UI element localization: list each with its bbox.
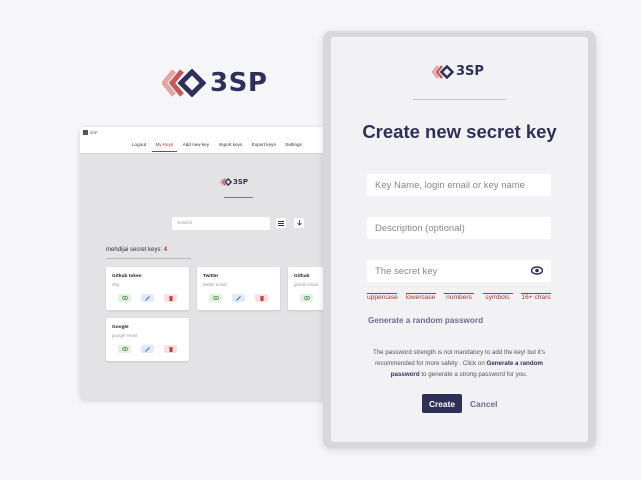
- password-strength-indicators: uppercase lowercase numbers symbols 16+ …: [367, 293, 551, 301]
- delete-key-button[interactable]: [164, 345, 177, 353]
- app-logo-chevrons-icon: [220, 178, 232, 186]
- eye-icon: [121, 296, 128, 300]
- nav-settings[interactable]: Settings: [285, 142, 302, 147]
- edit-key-button[interactable]: [232, 294, 245, 302]
- nav-import-keys[interactable]: Import keys: [219, 142, 243, 147]
- app-topbar: 3SP Logout My Keys Add new key Import ke…: [80, 127, 330, 154]
- app-logo-text: 3SP: [233, 178, 249, 186]
- keys-divider: [106, 258, 191, 259]
- trash-icon: [259, 295, 264, 301]
- key-card[interactable]: Twitter twitter email: [197, 267, 280, 310]
- secret-key-input[interactable]: The secret key: [367, 260, 551, 282]
- form-logo-divider: [413, 99, 506, 100]
- app-window: 3SP Logout My Keys Add new key Import ke…: [80, 127, 330, 400]
- arrow-down-icon: [296, 220, 302, 226]
- cancel-button[interactable]: Cancel: [470, 394, 497, 413]
- pencil-icon: [236, 295, 241, 301]
- edit-key-button[interactable]: [141, 345, 154, 353]
- form-logo-chevrons-icon: [432, 64, 454, 79]
- key-card[interactable]: Github token 3sp: [106, 267, 189, 310]
- view-key-button[interactable]: [118, 294, 131, 302]
- pencil-icon: [145, 346, 150, 352]
- app-brand-name: 3SP: [90, 130, 98, 135]
- key-card-actions: [118, 345, 187, 353]
- note-text-2: to generate a strong password for you.: [419, 370, 528, 378]
- nav-logout[interactable]: Logout: [132, 142, 146, 147]
- keys-heading-label: mehdijai secret keys:: [106, 247, 163, 253]
- app-brand: 3SP: [83, 130, 98, 135]
- create-button[interactable]: Create: [422, 394, 462, 413]
- form-title: Create new secret key: [362, 121, 557, 142]
- create-key-form: 3SP Create new secret key Key Name, logi…: [331, 37, 588, 442]
- key-card-title: Github token: [112, 274, 142, 279]
- view-key-button[interactable]: [300, 294, 313, 302]
- list-icon: [278, 220, 284, 226]
- app-logo: 3SP: [220, 178, 248, 186]
- eye-icon: [121, 347, 128, 351]
- trash-icon: [168, 346, 173, 352]
- key-card-title: Github: [294, 274, 310, 279]
- keys-count: 4: [163, 247, 168, 253]
- app-brand-icon: [83, 130, 88, 135]
- brand-name: 3SP: [210, 68, 268, 98]
- form-logo-text: 3SP: [456, 64, 484, 79]
- strength-symbols: symbols: [482, 293, 513, 301]
- generate-password-link[interactable]: Generate a random password: [368, 316, 483, 325]
- brand-logo: 3SP: [162, 68, 267, 98]
- key-card-actions: [118, 294, 187, 302]
- strength-note: The password strength is not mandatory t…: [361, 348, 557, 380]
- view-key-button[interactable]: [118, 345, 131, 353]
- nav-add-new-key[interactable]: Add new key: [183, 142, 209, 147]
- key-card-subtitle: twitter email: [203, 282, 227, 287]
- key-card-subtitle: github email: [294, 282, 318, 287]
- eye-icon: [303, 296, 310, 300]
- strength-length: 16+ chars: [521, 293, 551, 301]
- nav-my-keys[interactable]: My Keys: [151, 142, 177, 152]
- delete-key-button[interactable]: [255, 294, 268, 302]
- key-card-subtitle: google email: [112, 333, 137, 338]
- trash-icon: [168, 295, 173, 301]
- key-card-title: Google: [112, 325, 129, 330]
- list-view-button[interactable]: [276, 218, 286, 228]
- strength-numbers: numbers: [444, 293, 474, 301]
- search-input[interactable]: Search: [172, 217, 270, 230]
- key-card-subtitle: 3sp: [112, 282, 120, 287]
- form-logo: 3SP: [432, 64, 484, 79]
- keys-heading: mehdijai secret keys: 4: [106, 247, 167, 253]
- eye-icon[interactable]: [531, 266, 543, 275]
- app-logo-divider: [224, 197, 253, 198]
- key-card[interactable]: Google google email: [106, 318, 189, 361]
- app-nav: Logout My Keys Add new key Import keys E…: [132, 142, 311, 152]
- edit-key-button[interactable]: [141, 294, 154, 302]
- secret-key-placeholder: The secret key: [375, 266, 438, 277]
- key-card-actions: [209, 294, 278, 302]
- description-input[interactable]: Description (optional): [367, 217, 551, 239]
- sort-button[interactable]: [294, 218, 304, 228]
- key-name-input[interactable]: Key Name, login email or key name: [367, 174, 551, 196]
- view-key-button[interactable]: [209, 294, 222, 302]
- pencil-icon: [145, 295, 150, 301]
- strength-lowercase: lowercase: [405, 293, 436, 301]
- delete-key-button[interactable]: [164, 294, 177, 302]
- key-card-title: Twitter: [203, 274, 219, 279]
- strength-uppercase: uppercase: [367, 293, 398, 301]
- nav-export-keys[interactable]: Export keys: [252, 142, 276, 147]
- eye-icon: [212, 296, 219, 300]
- brand-chevrons-icon: [162, 69, 206, 97]
